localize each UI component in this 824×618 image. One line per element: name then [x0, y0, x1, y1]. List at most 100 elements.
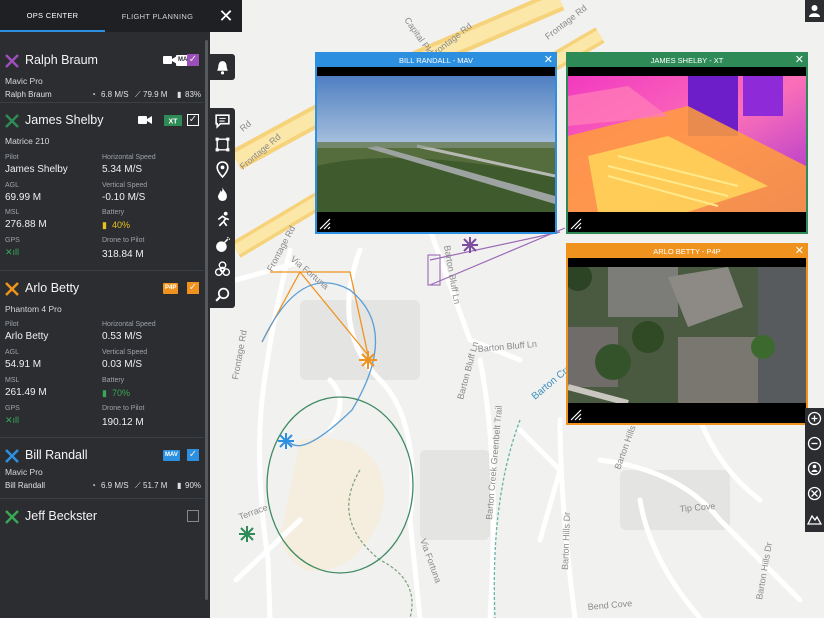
video-controls-bar — [317, 214, 555, 232]
resize-handle-icon[interactable] — [319, 218, 331, 230]
msl-value: 276.88 M — [5, 219, 47, 230]
visibility-checkbox[interactable]: ✓ — [187, 54, 199, 66]
fire-icon[interactable] — [214, 186, 231, 203]
user-account-button[interactable] — [805, 0, 824, 22]
drone-name: Jeff Beckster — [25, 509, 98, 523]
drone-icon — [5, 449, 19, 463]
zoom-out-icon[interactable] — [807, 436, 822, 451]
close-video-button[interactable]: ✕ — [795, 245, 804, 258]
vertical-speed: 0.03 M/S — [102, 359, 143, 370]
video-title: JAMES SHELBY - XT — [568, 54, 806, 67]
stat-label: Vertical Speed — [102, 182, 148, 189]
video-controls-bar — [568, 405, 806, 423]
pilot-name: Ralph Braum — [5, 90, 52, 99]
map-controls — [805, 408, 824, 532]
resize-handle-icon[interactable] — [570, 409, 582, 421]
drone-card-jeff-beckster[interactable]: Jeff Beckster — [0, 506, 204, 530]
divider — [0, 270, 204, 271]
horizontal-speed: 5.34 M/S — [102, 164, 143, 175]
divider — [0, 437, 204, 438]
model-badge: MAV — [163, 450, 180, 461]
svg-text:XT: XT — [169, 119, 179, 126]
polygon-icon[interactable] — [214, 136, 231, 153]
locate-drone-icon[interactable] — [807, 486, 822, 501]
altitude-icon: ⟋ — [135, 90, 141, 99]
divider — [0, 498, 204, 499]
stat-label: Horizontal Speed — [102, 154, 156, 161]
stat-label: GPS — [5, 237, 20, 244]
divider — [0, 102, 204, 103]
video-camera-icon[interactable] — [138, 115, 152, 125]
biohazard-icon[interactable] — [214, 261, 231, 278]
search-icon[interactable] — [214, 286, 231, 303]
battery-icon: ▮ — [102, 388, 107, 398]
terrain-icon[interactable] — [807, 511, 822, 526]
horizontal-speed: 0.53 M/S — [102, 331, 143, 342]
battery-icon: ▮ — [102, 220, 107, 230]
drone-model: Mavic Pro — [5, 467, 43, 477]
tab-ops-center[interactable]: OPS CENTER — [0, 0, 105, 32]
video-title: ARLO BETTY - P4P — [568, 245, 806, 258]
locate-pilot-icon[interactable] — [807, 461, 822, 476]
pilot-name: Arlo Betty — [5, 331, 49, 342]
stat-label: Pilot — [5, 321, 19, 328]
drone-to-pilot: 190.12 M — [102, 417, 144, 428]
altitude-value: 79.9 M — [143, 90, 168, 99]
close-panel-button[interactable]: ✕ — [210, 0, 242, 32]
drone-card-bill-randall[interactable]: Bill Randall MAV ✓ Mavic Pro Bill Randal… — [0, 445, 204, 497]
drone-icon — [5, 510, 19, 524]
agl-value: 54.91 M — [5, 359, 42, 370]
sidebar-scrollbar[interactable] — [205, 40, 208, 600]
battery-value: 90% — [185, 481, 202, 490]
person-running-icon[interactable] — [214, 211, 231, 228]
close-video-button[interactable]: ✕ — [544, 54, 553, 67]
stat-label: AGL — [5, 349, 20, 356]
aerial-video-frame — [568, 267, 806, 403]
altitude-value: 51.7 M — [143, 481, 168, 490]
drone-card-james-shelby[interactable]: James Shelby XT ✓ Matrice 210 Pilot Jame… — [0, 110, 204, 270]
thermal-camera-icon[interactable]: XT — [164, 115, 182, 126]
visibility-checkbox[interactable]: ✓ — [187, 449, 199, 461]
drone-marker-james-shelby — [239, 526, 255, 542]
speed-value: 6.8 M/S — [101, 90, 129, 99]
close-video-button[interactable]: ✕ — [795, 54, 804, 67]
thermal-video-frame — [568, 76, 806, 212]
drone-card-arlo-betty[interactable]: Arlo Betty P4P ✓ Phantom 4 Pro Pilot Arl… — [0, 278, 204, 436]
gps-signal-icon: ✕ıll — [5, 247, 20, 257]
video-feed-arlo-betty[interactable]: ARLO BETTY - P4P ✕ — [566, 243, 808, 425]
drone-card-ralph-braum[interactable]: Ralph Braum MAV ✓ Mavic Pro Ralph Braum … — [0, 50, 204, 100]
bell-icon[interactable] — [214, 59, 231, 76]
user-icon — [809, 5, 820, 17]
video-feed-james-shelby[interactable]: JAMES SHELBY - XT ✕ — [566, 52, 808, 234]
battery-icon: ▮ — [177, 481, 182, 490]
zoom-in-icon[interactable] — [807, 411, 822, 426]
video-controls-bar — [568, 214, 806, 232]
stat-label: Battery — [102, 209, 125, 216]
chat-icon[interactable] — [214, 112, 231, 129]
visibility-checkbox[interactable] — [187, 510, 199, 522]
video-feed-bill-randall[interactable]: BILL RANDALL - MAV ✕ — [315, 52, 557, 234]
stat-label: Horizontal Speed — [102, 321, 156, 328]
visibility-checkbox[interactable]: ✓ — [187, 114, 199, 126]
battery-value: 83% — [185, 90, 202, 99]
speed-value: 6.9 M/S — [101, 481, 129, 490]
tab-flight-planning[interactable]: FLIGHT PLANNING — [105, 0, 210, 32]
drone-marker-bill-randall — [278, 433, 294, 449]
map-pin-icon[interactable] — [214, 161, 231, 178]
notifications-toolbox — [210, 54, 235, 80]
drone-model: Phantom 4 Pro — [5, 304, 62, 314]
drone-marker-ralph-braum — [462, 237, 478, 253]
battery-value: 40% — [112, 220, 131, 230]
bomb-icon[interactable] — [214, 236, 231, 253]
agl-value: 69.99 M — [5, 192, 42, 203]
battery-value: 70% — [112, 388, 131, 398]
gps-signal-icon: ✕ıll — [5, 415, 20, 425]
resize-handle-icon[interactable] — [570, 218, 582, 230]
model-badge: P4P — [163, 283, 179, 294]
pilot-name: James Shelby — [5, 164, 68, 175]
aerial-video-frame — [317, 76, 555, 212]
video-camera-icon[interactable] — [163, 55, 177, 65]
stat-label: Drone to Pilot — [102, 405, 145, 412]
drone-model: Mavic Pro — [5, 76, 43, 86]
visibility-checkbox[interactable]: ✓ — [187, 282, 199, 294]
